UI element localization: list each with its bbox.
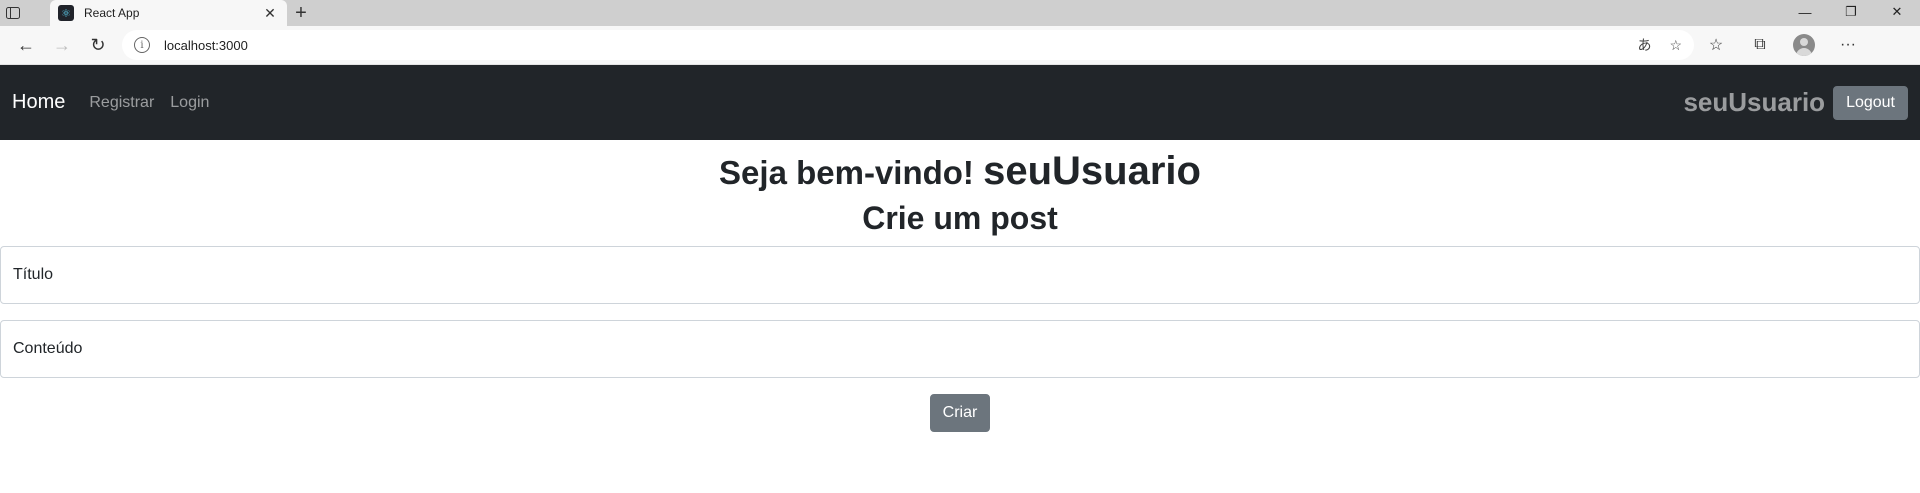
tab-actions-icon[interactable] <box>0 0 26 26</box>
close-window-icon[interactable]: ✕ <box>1874 0 1920 24</box>
logout-button[interactable]: Logout <box>1833 85 1908 120</box>
forward-icon[interactable]: → <box>44 29 80 61</box>
welcome-heading: Seja bem-vindo! seuUsuario <box>0 148 1920 194</box>
browser-tabstrip: ⚛ React App ✕ + — ❐ ✕ <box>0 0 1920 26</box>
post-title-input[interactable] <box>0 246 1920 304</box>
app-navbar: Home Registrar Login seuUsuario Logout <box>0 65 1920 140</box>
nav-register-link[interactable]: Registrar <box>89 94 154 112</box>
submit-wrap: Criar <box>0 394 1920 432</box>
refresh-icon[interactable]: ↻ <box>80 29 116 61</box>
nav-username: seuUsuario <box>1683 87 1826 117</box>
nav-user-area: seuUsuario Logout <box>1683 85 1908 120</box>
main-content: Seja bem-vindo! seuUsuario Crie um post … <box>0 140 1920 432</box>
profile-icon[interactable] <box>1782 29 1826 61</box>
url-text[interactable]: localhost:3000 <box>164 38 1619 53</box>
back-icon[interactable]: ← <box>8 29 44 61</box>
form-title: Crie um post <box>862 200 1058 236</box>
post-content-input[interactable] <box>0 320 1920 378</box>
create-post-button[interactable]: Criar <box>929 394 991 432</box>
browser-tab[interactable]: ⚛ React App ✕ <box>50 0 287 26</box>
nav-home-link[interactable]: Home <box>12 91 65 114</box>
add-favorite-icon[interactable]: ☆ <box>1669 37 1682 54</box>
close-tab-icon[interactable]: ✕ <box>261 5 279 22</box>
favorites-icon[interactable]: ☆ <box>1694 29 1738 61</box>
more-icon[interactable]: ··· <box>1826 29 1870 61</box>
browser-toolbar: ← → ↻ i localhost:3000 あ ☆ ☆ ⧉ ··· <box>0 26 1920 65</box>
welcome-username: seuUsuario <box>983 149 1201 193</box>
new-tab-button[interactable]: + <box>287 0 315 26</box>
restore-icon[interactable]: ❐ <box>1828 0 1874 24</box>
site-info-icon[interactable]: i <box>134 37 150 53</box>
react-favicon: ⚛ <box>58 5 74 21</box>
avatar <box>1793 34 1815 56</box>
read-aloud-icon[interactable]: あ <box>1637 35 1651 55</box>
address-bar[interactable]: i localhost:3000 あ ☆ <box>122 30 1694 60</box>
minimize-icon[interactable]: — <box>1782 0 1828 24</box>
nav-login-link[interactable]: Login <box>170 94 209 112</box>
welcome-text: Seja bem-vindo! <box>719 154 974 191</box>
collections-icon[interactable]: ⧉ <box>1738 29 1782 61</box>
window-controls: — ❐ ✕ <box>1782 0 1920 24</box>
tab-title: React App <box>84 6 140 20</box>
